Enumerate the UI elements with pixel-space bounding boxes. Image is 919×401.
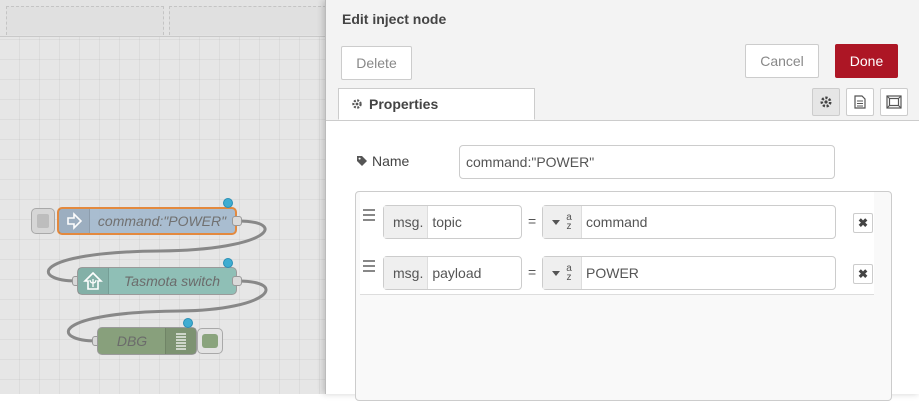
string-az-icon: az [566, 212, 572, 232]
tray-header: Edit inject node [326, 0, 919, 39]
drag-handle-icon[interactable] [363, 260, 375, 272]
changed-indicator [183, 318, 193, 328]
property-value-field[interactable]: az command [542, 205, 836, 239]
close-icon: ✖ [857, 216, 869, 230]
tray-title: Edit inject node [342, 11, 447, 27]
string-az-icon: az [566, 263, 572, 283]
inject-node[interactable]: command:"POWER" [57, 207, 237, 235]
equals-sign: = [528, 264, 537, 280]
appearance-frame-icon[interactable] [880, 88, 908, 116]
property-value: POWER [586, 265, 639, 281]
delete-button[interactable]: Delete [341, 46, 412, 80]
description-doc-icon[interactable] [846, 88, 874, 116]
editor-tray: Edit inject node Delete Cancel Done Prop… [325, 0, 919, 401]
remove-row-button[interactable]: ✖ [853, 264, 873, 284]
output-port[interactable] [232, 216, 242, 226]
changed-indicator [223, 258, 233, 268]
tag-icon [356, 155, 368, 167]
msg-prefix: msg. [384, 257, 429, 289]
property-name-value: topic [432, 214, 462, 230]
tray-tab-bar: Properties [326, 84, 919, 121]
tab-label: Properties [369, 96, 439, 112]
close-icon: ✖ [857, 267, 869, 281]
tab-properties[interactable]: Properties [338, 88, 535, 120]
msg-prefix: msg. [384, 206, 429, 238]
done-button[interactable]: Done [835, 44, 898, 78]
gear-icon [351, 98, 363, 110]
equals-sign: = [528, 213, 537, 229]
drag-handle-icon[interactable] [363, 209, 375, 221]
name-label-text: Name [372, 153, 410, 169]
tasmota-switch-node[interactable]: Tasmota switch [77, 267, 237, 295]
changed-indicator [223, 198, 233, 208]
node-label: DBG [116, 333, 148, 349]
property-list: msg. topic = az command ✖ msg. payload =… [355, 191, 892, 401]
debug-list-icon [165, 328, 196, 354]
node-label: Tasmota switch [124, 273, 220, 289]
tasmota-switch-icon [78, 268, 109, 294]
inject-trigger-button[interactable] [31, 208, 55, 234]
cancel-button[interactable]: Cancel [745, 44, 819, 78]
properties-form: Name msg. topic = az command [326, 121, 919, 401]
property-row: msg. payload = az POWER ✖ [360, 243, 874, 295]
property-row: msg. topic = az command ✖ [360, 192, 874, 244]
caret-down-icon [552, 270, 561, 276]
type-select[interactable]: az [543, 257, 582, 289]
settings-gear-icon[interactable] [812, 88, 840, 116]
output-port[interactable] [232, 276, 242, 286]
caret-down-icon [552, 219, 561, 225]
debug-toggle-button[interactable] [197, 328, 223, 354]
flow-workspace[interactable]: command:"POWER" Tasmota switch DBG [0, 0, 330, 394]
property-value-field[interactable]: az POWER [542, 256, 836, 290]
property-value: command [586, 214, 648, 230]
property-name-field[interactable]: msg. payload [383, 256, 522, 290]
inject-arrow-icon [59, 209, 90, 233]
property-name-value: payload [432, 265, 482, 281]
tray-toolbar: Delete Cancel Done [326, 38, 919, 85]
name-label: Name [356, 153, 409, 169]
node-label: command:"POWER" [97, 213, 227, 229]
type-select[interactable]: az [543, 206, 582, 238]
debug-node[interactable]: DBG [97, 327, 197, 355]
remove-row-button[interactable]: ✖ [853, 213, 873, 233]
name-input[interactable] [459, 145, 835, 179]
property-name-field[interactable]: msg. topic [383, 205, 522, 239]
